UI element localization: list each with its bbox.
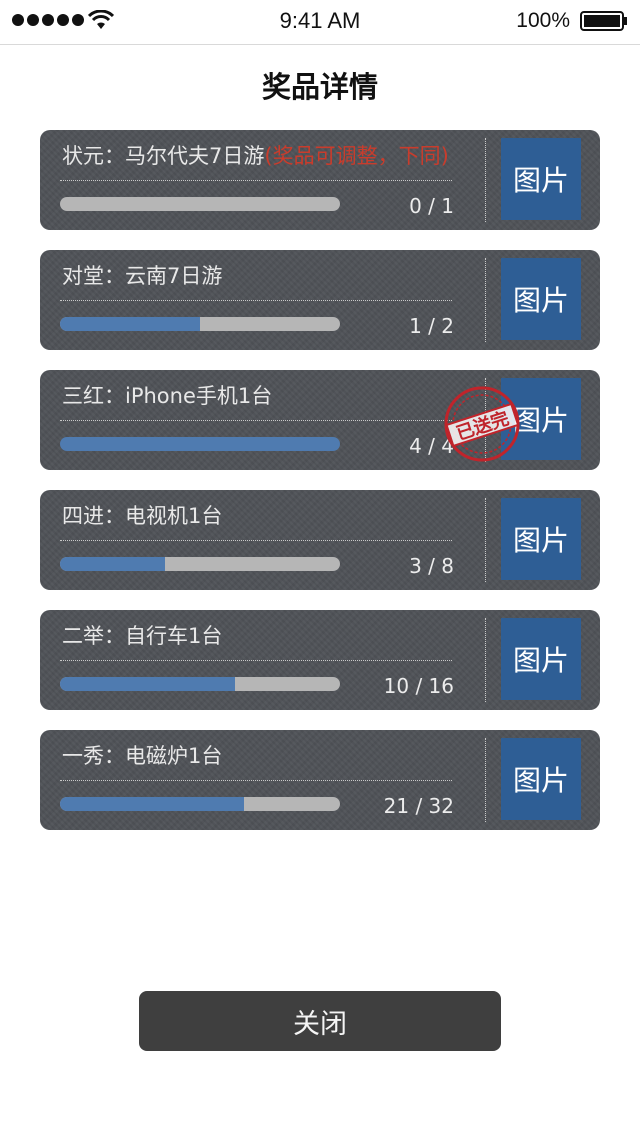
prize-count: 10 / 16 <box>383 674 454 698</box>
prize-title: 一秀：电磁炉1台 <box>62 740 222 770</box>
prize-title: 状元：马尔代夫7日游(奖品可调整，下同) <box>62 140 449 170</box>
progress-bar <box>60 677 340 691</box>
progress-bar <box>60 797 340 811</box>
prize-count: 1 / 2 <box>409 314 454 338</box>
progress-fill <box>60 797 244 811</box>
divider <box>60 780 452 781</box>
prize-title: 二举：自行车1台 <box>62 620 222 650</box>
prize-name: 状元：马尔代夫7日游 <box>62 144 265 168</box>
prize-count: 3 / 8 <box>409 554 454 578</box>
prize-name: 一秀：电磁炉1台 <box>62 744 223 768</box>
page-title: 奖品详情 <box>261 70 378 104</box>
prize-list: 状元：马尔代夫7日游(奖品可调整，下同) 0 / 1 图片 对堂：云南7日游 1 / 2… <box>40 130 600 850</box>
divider-vertical <box>485 258 486 342</box>
prize-card: 状元：马尔代夫7日游(奖品可调整，下同) 0 / 1 图片 <box>40 130 600 230</box>
prize-title: 三红：iPhone手机1台 <box>62 380 272 410</box>
progress-bar <box>60 557 340 571</box>
prize-image-button[interactable]: 图片 <box>501 738 581 820</box>
prize-card: 三红：iPhone手机1台 4 / 4 图片 已送完 <box>40 370 600 470</box>
prize-title: 四进：电视机1台 <box>62 500 222 530</box>
prize-count: 4 / 4 <box>409 434 454 458</box>
progress-fill <box>60 437 340 451</box>
divider <box>60 300 452 301</box>
progress-bar <box>60 437 340 451</box>
prize-image-button[interactable]: 图片 <box>501 258 581 340</box>
prize-image-button[interactable]: 图片 <box>501 378 581 460</box>
prize-name: 三红：iPhone手机1台 <box>62 384 273 408</box>
prize-name: 四进：电视机1台 <box>62 504 223 528</box>
divider-vertical <box>485 138 486 222</box>
divider-vertical <box>485 618 486 702</box>
progress-bar <box>60 197 340 211</box>
divider-vertical <box>485 738 486 822</box>
prize-title: 对堂：云南7日游 <box>62 260 222 290</box>
close-button[interactable]: 关闭 <box>139 991 501 1051</box>
prize-note: (奖品可调整，下同) <box>264 144 449 168</box>
divider <box>60 660 452 661</box>
progress-fill <box>60 317 200 331</box>
prize-image-button[interactable]: 图片 <box>501 618 581 700</box>
prize-card: 四进：电视机1台 3 / 8 图片 <box>40 490 600 590</box>
prize-count: 0 / 1 <box>409 194 454 218</box>
battery-percent: 100% <box>516 9 570 32</box>
prize-image-button[interactable]: 图片 <box>501 138 581 220</box>
progress-fill <box>60 677 235 691</box>
prize-card: 一秀：电磁炉1台 21 / 32 图片 <box>40 730 600 830</box>
divider <box>60 420 452 421</box>
prize-card: 二举：自行车1台 10 / 16 图片 <box>40 610 600 710</box>
prize-image-button[interactable]: 图片 <box>501 498 581 580</box>
prize-name: 二举：自行车1台 <box>62 624 223 648</box>
status-bar: 9:41 AM 100% <box>0 0 640 45</box>
prize-card: 对堂：云南7日游 1 / 2 图片 <box>40 250 600 350</box>
progress-bar <box>60 317 340 331</box>
progress-fill <box>60 557 165 571</box>
prize-count: 21 / 32 <box>383 794 454 818</box>
divider-vertical <box>485 378 486 462</box>
divider <box>60 180 452 181</box>
divider <box>60 540 452 541</box>
prize-name: 对堂：云南7日游 <box>62 264 223 288</box>
divider-vertical <box>485 498 486 582</box>
battery-icon <box>580 11 627 31</box>
